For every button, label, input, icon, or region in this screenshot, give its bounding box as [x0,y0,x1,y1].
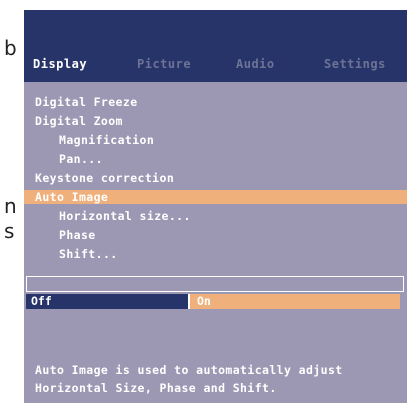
option-on[interactable]: On [188,294,400,309]
tab-audio[interactable]: Audio [236,57,275,71]
menu-item-magnification[interactable]: Magnification [24,133,154,147]
menu-item-keystone-correction[interactable]: Keystone correction [24,171,174,185]
tab-bar: Display Picture Audio Settings [24,10,407,82]
background-text-fragment: n [4,194,17,218]
menu-panel [24,82,407,403]
osd-menu-window: Display Picture Audio Settings Digital F… [24,10,407,403]
menu-item-digital-freeze[interactable]: Digital Freeze [24,95,138,109]
menu-item-digital-zoom[interactable]: Digital Zoom [24,114,123,128]
menu-item-shift[interactable]: Shift... [24,247,118,261]
tab-settings[interactable]: Settings [324,57,386,71]
value-display-box [26,276,404,292]
option-off[interactable]: Off [26,294,190,309]
tab-picture[interactable]: Picture [137,57,191,71]
menu-item-horizontal-size[interactable]: Horizontal size... [24,209,191,223]
background-text-fragment: b [4,36,17,60]
help-text-line-2: Horizontal Size, Phase and Shift. [35,381,277,395]
help-text-line-1: Auto Image is used to automatically adju… [35,363,343,377]
background-text-fragment: s [4,219,15,243]
menu-item-pan[interactable]: Pan... [24,152,103,166]
menu-item-auto-image[interactable]: Auto Image [24,190,407,204]
menu-item-phase[interactable]: Phase [24,228,96,242]
tab-display[interactable]: Display [33,57,87,71]
